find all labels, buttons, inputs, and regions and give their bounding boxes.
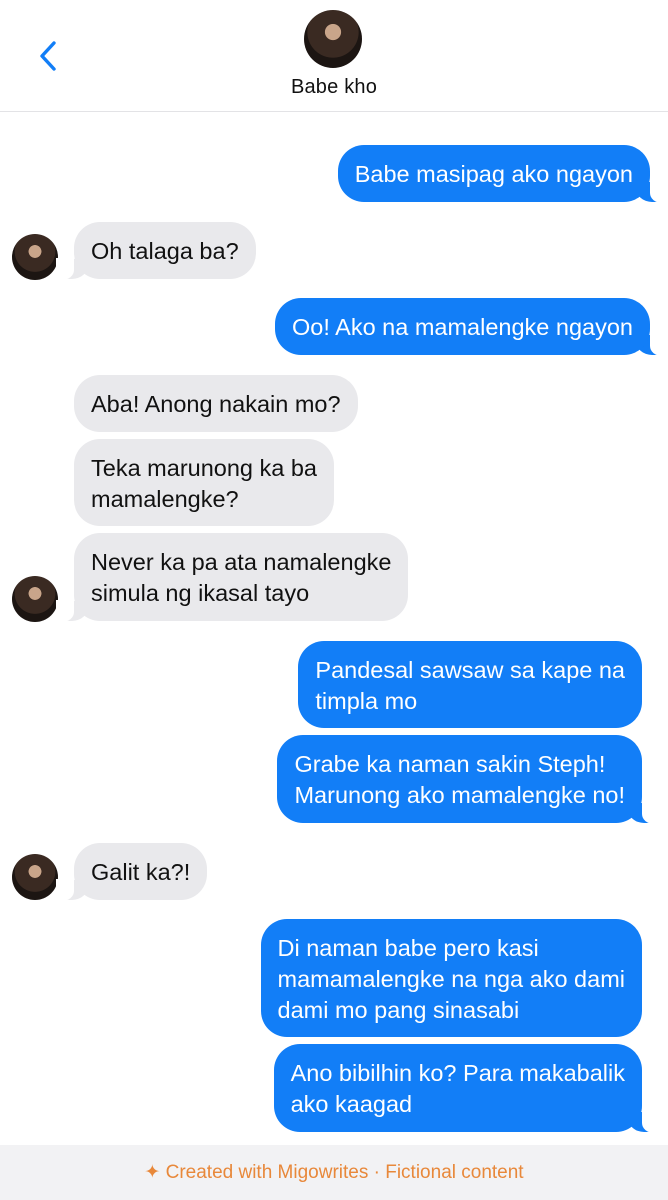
contact-avatar-small[interactable] bbox=[12, 854, 58, 900]
incoming-message[interactable]: Aba! Anong nakain mo? bbox=[74, 375, 358, 432]
chevron-left-icon bbox=[40, 41, 56, 71]
outgoing-message[interactable]: Oo! Ako na mamalengke ngayon bbox=[275, 298, 668, 356]
outgoing-message[interactable]: Grabe ka naman sakin Steph! Marunong ako… bbox=[277, 735, 660, 824]
contact-name[interactable]: Babe kho bbox=[0, 76, 668, 99]
incoming-message[interactable]: Never ka pa ata namalengke simula ng ika… bbox=[55, 533, 409, 622]
incoming-message[interactable]: Teka marunong ka ba mamalengke? bbox=[74, 439, 335, 526]
outgoing-message[interactable]: Pandesal sawsaw sa kape na timpla mo bbox=[298, 641, 642, 728]
contact-avatar-small[interactable] bbox=[12, 576, 58, 622]
chat-header: Babe kho bbox=[0, 0, 668, 112]
contact-avatar-small[interactable] bbox=[12, 234, 58, 280]
back-button[interactable] bbox=[36, 40, 62, 72]
incoming-message[interactable]: Oh talaga ba? bbox=[56, 222, 256, 280]
footer-credit: ✦ Created with Migowrites · Fictional co… bbox=[0, 1145, 668, 1200]
outgoing-message[interactable]: Di naman babe pero kasi mamamalengke na … bbox=[260, 919, 642, 1037]
outgoing-message[interactable]: Babe masipag ako ngayon bbox=[337, 145, 668, 203]
contact-avatar[interactable] bbox=[304, 10, 362, 68]
outgoing-message[interactable]: Ano bibilhin ko? Para makabalik ako kaag… bbox=[273, 1044, 661, 1133]
incoming-message[interactable]: Galit ka?! bbox=[55, 843, 208, 901]
